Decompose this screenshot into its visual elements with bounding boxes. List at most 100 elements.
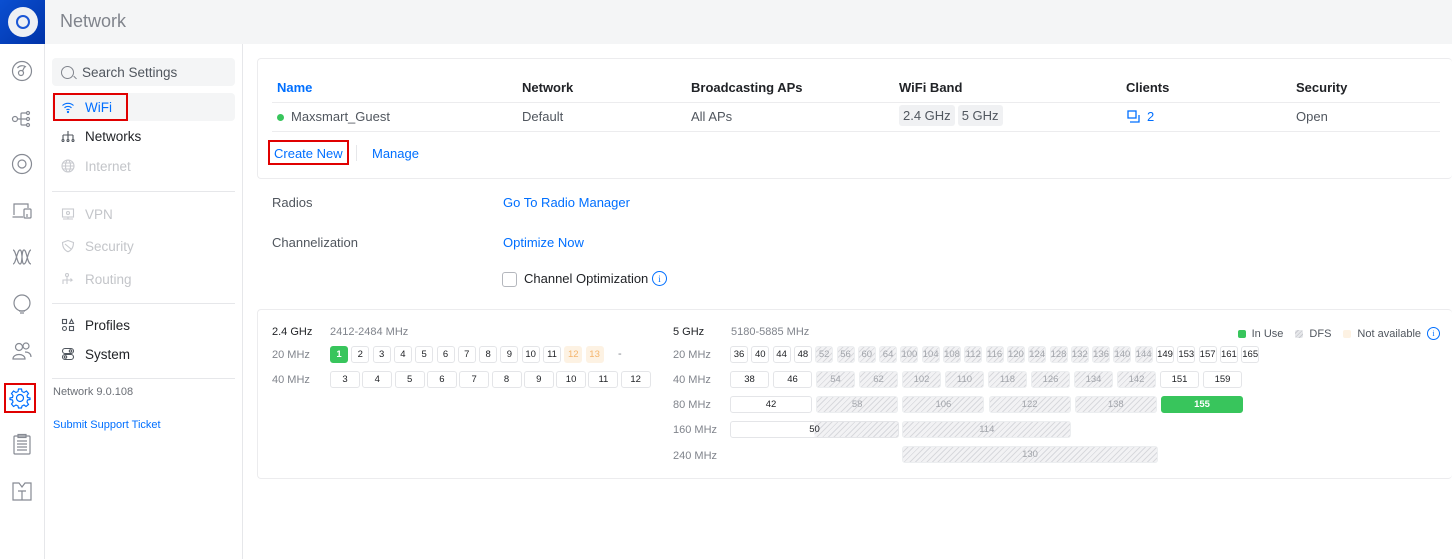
client-devices-icon[interactable] (8, 197, 36, 225)
sidebar-item-vpn[interactable]: VPN (52, 200, 235, 228)
channel-chip[interactable]: 44 (772, 346, 791, 363)
channel-chip[interactable]: 64 (879, 346, 898, 363)
channel-chip[interactable]: 120 (1006, 346, 1025, 363)
channel-chip[interactable]: 5 (415, 346, 434, 363)
channel-chip[interactable]: 138 (1074, 396, 1157, 413)
channel-chip[interactable]: 58 (816, 396, 899, 413)
search-settings[interactable] (52, 58, 235, 86)
channel-chip[interactable]: 60 (857, 346, 876, 363)
channel-chip[interactable]: 136 (1092, 346, 1111, 363)
channel-chip[interactable]: 10 (556, 371, 587, 388)
channel-chip[interactable]: 4 (362, 371, 393, 388)
column-header-name[interactable]: Name (277, 80, 312, 95)
column-header-clients[interactable]: Clients (1126, 80, 1169, 95)
channel-chip[interactable]: 12 (564, 346, 583, 363)
channel-chip[interactable]: 62 (859, 371, 898, 388)
channel-chip[interactable]: 134 (1074, 371, 1113, 388)
insights-icon[interactable] (8, 290, 36, 318)
channel-chip[interactable]: 12 (620, 371, 651, 388)
channel-chip[interactable]: 124 (1028, 346, 1047, 363)
channel-chip[interactable]: 11 (543, 346, 561, 363)
channel-chip[interactable]: 9 (523, 371, 554, 388)
channel-chip[interactable]: 6 (436, 346, 455, 363)
channel-chip[interactable]: 1 (330, 346, 348, 363)
channel-chip[interactable]: 7 (457, 346, 476, 363)
channel-chip[interactable]: 6 (426, 371, 457, 388)
channel-chip[interactable]: 126 (1031, 371, 1070, 388)
channel-chip[interactable]: 110 (945, 371, 984, 388)
channel-chip[interactable]: 10 (521, 346, 540, 363)
channel-chip[interactable]: 2 (351, 346, 370, 363)
wifi-name-cell[interactable]: Maxsmart_Guest (291, 109, 390, 124)
channel-chip[interactable]: 100 (900, 346, 919, 363)
channel-chip[interactable]: 40 (751, 346, 770, 363)
channel-chip[interactable]: 5 (394, 371, 425, 388)
channel-chip[interactable]: 9 (500, 346, 519, 363)
channel-chip[interactable]: 36 (730, 346, 748, 363)
channel-chip[interactable]: 122 (988, 396, 1071, 413)
channel-chip[interactable]: 3 (372, 346, 391, 363)
channel-chip[interactable]: 159 (1203, 371, 1242, 388)
optimize-now-link[interactable]: Optimize Now (503, 235, 584, 250)
channel-chip[interactable]: 56 (836, 346, 855, 363)
channel-chip[interactable]: 3 (330, 371, 360, 388)
channel-chip[interactable]: 102 (902, 371, 941, 388)
hotspot-users-icon[interactable] (8, 337, 36, 365)
channel-chip[interactable]: 8 (479, 346, 498, 363)
channel-chip[interactable]: 48 (793, 346, 812, 363)
channel-chip[interactable]: 4 (393, 346, 412, 363)
channel-chip[interactable]: 114 (902, 421, 1072, 438)
column-header-network[interactable]: Network (522, 80, 573, 95)
sidebar-item-profiles[interactable]: Profiles (52, 311, 235, 339)
channel-chip[interactable]: 161 (1219, 346, 1238, 363)
channel-chip[interactable]: 13 (585, 346, 604, 363)
dashboard-icon[interactable] (8, 57, 36, 85)
channel-chip[interactable]: 46 (773, 371, 812, 388)
system-log-icon[interactable] (8, 430, 36, 458)
channel-chip[interactable]: 11 (588, 371, 619, 388)
channel-chip[interactable]: 142 (1117, 371, 1156, 388)
floorplan-icon[interactable] (8, 477, 36, 505)
channel-chip[interactable]: 157 (1198, 346, 1217, 363)
channel-chip[interactable]: 132 (1070, 346, 1089, 363)
manage-button[interactable]: Manage (372, 146, 419, 161)
channel-chip[interactable]: 153 (1177, 346, 1196, 363)
channel-chip[interactable]: 151 (1160, 371, 1199, 388)
unifi-logo[interactable] (0, 0, 45, 44)
channel-chip[interactable]: 165 (1241, 346, 1260, 363)
column-header-wifi-band[interactable]: WiFi Band (899, 80, 962, 95)
channel-chip[interactable]: 149 (1156, 346, 1174, 363)
unifi-devices-icon[interactable] (8, 150, 36, 178)
channel-chip[interactable]: 104 (921, 346, 940, 363)
channel-chip[interactable]: 54 (816, 371, 855, 388)
channel-chip[interactable]: 42 (730, 396, 812, 413)
channel-chip[interactable]: 144 (1134, 346, 1153, 363)
sidebar-item-networks[interactable]: Networks (52, 122, 235, 150)
channel-chip[interactable]: 50 (730, 421, 899, 438)
column-header-broadcasting-aps[interactable]: Broadcasting APs (691, 80, 803, 95)
channel-chip[interactable]: 112 (964, 346, 983, 363)
sidebar-item-routing[interactable]: Routing (52, 265, 235, 293)
channel-chip[interactable]: 106 (902, 396, 985, 413)
submit-support-ticket-link[interactable]: Submit Support Ticket (53, 419, 161, 431)
channel-chip[interactable]: 130 (902, 446, 1158, 463)
go-to-radio-manager-link[interactable]: Go To Radio Manager (503, 195, 630, 210)
sidebar-item-security[interactable]: Security (52, 232, 235, 260)
channel-chip[interactable]: 155 (1161, 396, 1243, 413)
column-header-security[interactable]: Security (1296, 80, 1347, 95)
topology-icon[interactable] (8, 104, 36, 132)
settings-icon[interactable] (4, 383, 36, 413)
channel-chip[interactable]: 52 (815, 346, 834, 363)
channel-chip[interactable]: 118 (988, 371, 1027, 388)
info-icon[interactable]: i (652, 271, 667, 286)
clients-cell[interactable]: 2 (1127, 109, 1154, 124)
channel-optimization-checkbox[interactable] (502, 272, 517, 287)
channel-chip[interactable]: 38 (730, 371, 769, 388)
channel-chip[interactable]: 108 (943, 346, 961, 363)
info-icon[interactable]: i (1427, 327, 1440, 340)
channel-chip[interactable]: 8 (491, 371, 522, 388)
channel-chip[interactable]: 140 (1113, 346, 1132, 363)
statistics-icon[interactable] (8, 243, 36, 271)
sidebar-item-wifi[interactable]: WiFi (52, 93, 235, 121)
channel-chip[interactable]: 128 (1049, 346, 1068, 363)
